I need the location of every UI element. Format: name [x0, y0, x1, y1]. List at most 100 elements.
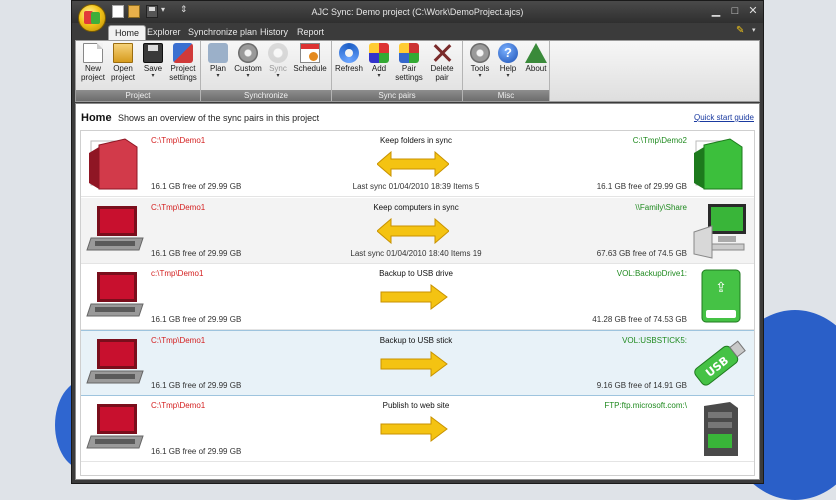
green-usb-stick-icon[interactable]: USB — [690, 335, 750, 393]
button-label: Open project — [110, 64, 135, 82]
button-label: Schedule — [293, 64, 327, 73]
right-arrow-icon[interactable] — [377, 416, 449, 442]
save-icon — [143, 43, 163, 63]
window-title: AJC Sync: Demo project (C:\Work\DemoProj… — [311, 7, 524, 17]
refresh-button[interactable]: Refresh — [334, 43, 364, 89]
double-arrow-icon[interactable] — [376, 150, 450, 178]
svg-text:⇪: ⇪ — [715, 280, 727, 296]
schedule-button[interactable]: Schedule — [293, 43, 327, 89]
group-label: Synchronize — [201, 90, 331, 101]
left-folder-path[interactable]: C:\Tmp\Demo1 — [151, 401, 205, 410]
button-label: Add — [371, 64, 387, 73]
chevron-down-icon: ▾ — [478, 73, 482, 79]
sync-pair-row[interactable]: C:\Tmp\Demo1 \\Family\Share Keep computers… — [81, 198, 754, 264]
left-folder-path[interactable]: c:\Tmp\Demo1 — [151, 269, 203, 278]
chevron-down-icon: ▾ — [276, 73, 280, 79]
app-logo-icon[interactable] — [78, 4, 106, 32]
pair-settings-icon — [399, 43, 419, 63]
tools-button[interactable]: Tools ▾ — [465, 43, 495, 89]
sync-pairs-list: C:\Tmp\Demo1 C:\Tmp\Demo2 Keep folders in … — [80, 130, 755, 476]
red-laptop-icon[interactable] — [85, 400, 145, 458]
pair-name: Keep computers in sync — [373, 203, 459, 212]
open-project-button[interactable]: Open project — [108, 43, 138, 89]
calendar-icon — [300, 43, 320, 63]
new-document-icon — [83, 43, 103, 63]
green-usb-drive-icon[interactable]: ⇪ — [690, 268, 750, 326]
left-folder-path[interactable]: C:\Tmp\Demo1 — [151, 203, 205, 212]
right-arrow-icon[interactable] — [377, 351, 449, 377]
plan-button[interactable]: Plan ▾ — [203, 43, 233, 89]
ribbon: New project Open project Save ▾ Project … — [75, 40, 760, 102]
add-pair-icon — [369, 43, 389, 63]
delete-icon — [432, 43, 452, 63]
project-settings-button[interactable]: Project settings — [166, 43, 200, 89]
chevron-down-icon: ▾ — [377, 73, 381, 79]
chevron-down-icon: ▾ — [151, 73, 155, 79]
pair-name: Publish to web site — [382, 401, 450, 410]
tab-report[interactable]: Report — [291, 25, 330, 40]
chevron-down-icon: ▾ — [506, 73, 510, 79]
tab-history[interactable]: History — [254, 25, 294, 40]
chevron-down-icon[interactable]: ▾ — [752, 26, 756, 34]
button-label: Sync — [269, 64, 287, 73]
tab-synchronize-plan[interactable]: Synchronize plan — [182, 25, 263, 40]
button-label: Help — [499, 64, 517, 73]
sync-button[interactable]: Sync ▾ — [263, 43, 293, 89]
button-label: Plan — [209, 64, 226, 73]
server-icon[interactable] — [690, 400, 750, 458]
close-button[interactable]: ✕ — [745, 4, 761, 18]
chevron-down-icon: ▾ — [246, 73, 250, 79]
left-folder-path[interactable]: C:\Tmp\Demo1 — [151, 336, 205, 345]
red-laptop-icon[interactable] — [85, 202, 145, 260]
right-folder-path[interactable]: FTP:ftp.microsoft.com:\ — [604, 401, 687, 410]
double-arrow-icon[interactable] — [376, 217, 450, 245]
maximize-button[interactable]: □ — [727, 4, 743, 18]
left-folder-path[interactable]: C:\Tmp\Demo1 — [151, 136, 205, 145]
chevron-down-icon: ▾ — [216, 73, 220, 79]
button-label: Refresh — [334, 64, 363, 73]
right-folder-path[interactable]: VOL:USBSTICK5: — [622, 336, 687, 345]
tools-icon — [470, 43, 490, 63]
new-project-button[interactable]: New project — [78, 43, 108, 89]
right-folder-path[interactable]: VOL:BackupDrive1: — [617, 269, 687, 278]
about-icon — [525, 43, 547, 63]
right-arrow-icon[interactable] — [377, 284, 449, 310]
pair-settings-button[interactable]: Pair settings — [394, 43, 424, 89]
right-folder-path[interactable]: C:\Tmp\Demo2 — [633, 136, 687, 145]
tab-explorer[interactable]: Explorer — [141, 25, 187, 40]
save-button[interactable]: Save ▾ — [138, 43, 168, 89]
right-free-space: 9.16 GB free of 14.91 GB — [596, 381, 687, 390]
red-laptop-icon[interactable] — [85, 335, 145, 393]
settings-icon — [173, 43, 193, 63]
custom-button[interactable]: Custom ▾ — [233, 43, 263, 89]
sync-pair-row[interactable]: C:\Tmp\Demo1 FTP:ftp.microsoft.com:\ Publi… — [81, 396, 754, 462]
add-pair-button[interactable]: Add ▾ — [364, 43, 394, 89]
about-button[interactable]: About — [521, 43, 551, 89]
minimize-button[interactable]: ▁ — [708, 4, 724, 18]
button-label: Delete pair — [430, 64, 454, 82]
green-computer-icon[interactable] — [690, 202, 750, 260]
paintbrush-icon[interactable]: ✎ — [736, 25, 744, 36]
red-folder-icon[interactable] — [85, 135, 145, 193]
right-free-space: 67.63 GB free of 74.5 GB — [596, 249, 687, 258]
help-icon: ? — [498, 43, 518, 63]
group-label: Sync pairs — [332, 90, 462, 101]
green-folder-icon[interactable] — [690, 135, 750, 193]
sync-pair-row[interactable]: C:\Tmp\Demo1 C:\Tmp\Demo2 Keep folders in … — [81, 131, 754, 197]
pair-name: Backup to USB drive — [379, 269, 453, 278]
sync-pair-row[interactable]: ⇪ c:\Tmp\Demo1 VOL:BackupDrive1: Backup to … — [81, 264, 754, 330]
delete-pair-button[interactable]: Delete pair — [426, 43, 458, 89]
last-sync-info: Last sync 01/04/2010 18:40 Items 19 — [350, 249, 482, 258]
button-label: Project settings — [169, 64, 197, 82]
right-free-space: 41.28 GB free of 74.53 GB — [592, 315, 687, 324]
last-sync-info: Last sync 01/04/2010 18:39 Items 5 — [352, 182, 480, 191]
quick-start-link[interactable]: Quick start guide — [694, 113, 754, 122]
pair-name: Backup to USB stick — [379, 336, 453, 345]
right-folder-path[interactable]: \\Family\Share — [635, 203, 687, 212]
button-label: Save — [143, 64, 163, 73]
left-free-space: 16.1 GB free of 29.99 GB — [151, 381, 242, 390]
sync-pair-row[interactable]: USB C:\Tmp\Demo1 VOL:USBSTICK5: Backup to U… — [81, 330, 754, 396]
help-button[interactable]: ? Help ▾ — [493, 43, 523, 89]
refresh-icon — [339, 43, 359, 63]
red-laptop-icon[interactable] — [85, 268, 145, 326]
